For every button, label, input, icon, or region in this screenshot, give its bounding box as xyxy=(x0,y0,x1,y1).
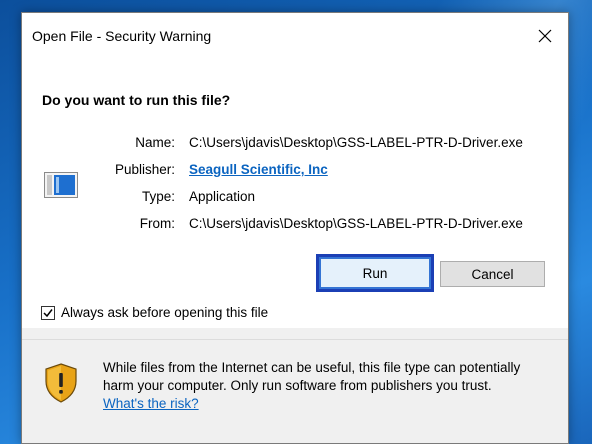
whats-the-risk-link[interactable]: What's the risk? xyxy=(103,396,199,411)
dialog-title: Open File - Security Warning xyxy=(32,28,212,44)
warning-text: While files from the Internet can be use… xyxy=(103,360,521,393)
publisher-link[interactable]: Seagull Scientific, Inc xyxy=(189,162,328,177)
run-button[interactable]: Run xyxy=(316,254,434,292)
security-shield-icon xyxy=(45,363,77,403)
type-value: Application xyxy=(189,189,256,204)
publisher-label: Publisher: xyxy=(114,162,175,177)
always-ask-label: Always ask before opening this file xyxy=(61,305,269,320)
close-icon xyxy=(538,29,552,43)
type-label: Type: xyxy=(141,189,175,204)
from-value: C:\Users\jdavis\Desktop\GSS-LABEL-PTR-D-… xyxy=(189,216,523,231)
title-bar: Open File - Security Warning xyxy=(22,13,568,59)
from-label: From: xyxy=(139,216,175,231)
run-button-face: Run xyxy=(319,257,431,289)
always-ask-option[interactable]: Always ask before opening this file xyxy=(41,305,268,320)
always-ask-checkbox[interactable] xyxy=(41,305,55,320)
cancel-button[interactable]: Cancel xyxy=(440,261,545,287)
run-button-label: Run xyxy=(362,265,388,281)
checkmark-icon xyxy=(43,308,53,317)
security-warning-dialog: Open File - Security Warning Do you want… xyxy=(21,12,569,444)
name-label: Name: xyxy=(135,135,175,150)
question-heading: Do you want to run this file? xyxy=(42,92,231,108)
warning-message: While files from the Internet can be use… xyxy=(103,359,553,413)
section-divider xyxy=(22,339,568,340)
cancel-button-label: Cancel xyxy=(471,266,514,282)
dialog-content: Do you want to run this file? Name: C:\U… xyxy=(22,59,568,328)
close-button[interactable] xyxy=(522,13,568,59)
name-value: C:\Users\jdavis\Desktop\GSS-LABEL-PTR-D-… xyxy=(189,135,523,150)
